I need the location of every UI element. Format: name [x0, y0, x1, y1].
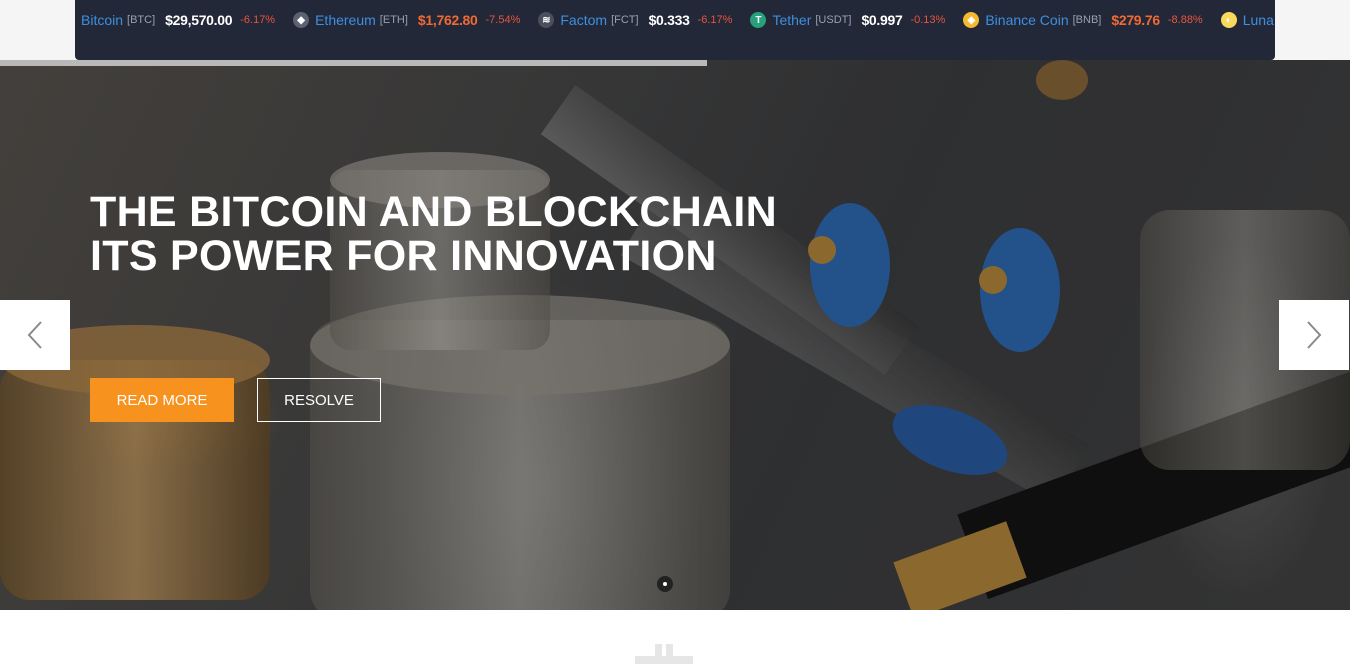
ticker-item[interactable]: ◆ Ethereum [ETH] $1,762.80 -7.54% — [293, 12, 520, 28]
chevron-right-icon — [1307, 321, 1322, 349]
crypto-ticker-bar: ₿Bitcoin[BTC]$29,570.00-6.17%◆Ethereum[E… — [75, 0, 1275, 60]
ethereum-icon: ◆ — [293, 12, 310, 28]
slide-progress-bar — [0, 60, 708, 66]
coin-name: Ethereum — [315, 12, 376, 28]
tether-icon: T — [750, 12, 767, 28]
coin-name: Factom — [560, 12, 608, 28]
slider-next-button[interactable] — [1279, 300, 1349, 370]
ticker-item[interactable]: ◐ Luna — [1220, 12, 1275, 28]
ticker-item[interactable]: T Tether [USDT] $0.997 -0.13% — [750, 12, 945, 28]
coin-price: $0.333 — [648, 12, 690, 28]
coin-change: -8.88% — [1167, 14, 1203, 26]
resolve-button[interactable]: RESOLVE — [257, 378, 381, 422]
slider-pagination-dot[interactable] — [657, 576, 673, 592]
coin-symbol: [ETH] — [379, 14, 408, 26]
coin-change: -7.54% — [485, 14, 521, 26]
hero-headline-line-2: ITS POWER FOR INNOVATION — [90, 232, 717, 280]
slider-prev-button[interactable] — [0, 300, 70, 370]
factom-icon: ≋ — [538, 12, 555, 28]
coin-price: $29,570.00 — [165, 12, 233, 28]
chevron-left-icon — [27, 321, 42, 349]
hero-dark-overlay — [0, 60, 1350, 610]
ticker-item[interactable]: ◈ Binance Coin [BNB] $279.76 -8.88% — [963, 12, 1203, 28]
coin-symbol: [FCT] — [611, 14, 639, 26]
coin-symbol: [USDT] — [815, 14, 852, 26]
coin-name: Binance Coin — [985, 12, 1069, 28]
read-more-button[interactable]: READ MORE — [90, 378, 234, 422]
hero-headline: THE BITCOIN AND BLOCKCHAIN ITS POWER FOR… — [90, 190, 777, 278]
binance-coin-icon: ◈ — [963, 12, 980, 28]
next-section — [0, 610, 1350, 664]
coin-name: Luna — [1242, 12, 1274, 28]
hero-slider: THE BITCOIN AND BLOCKCHAIN ITS POWER FOR… — [0, 60, 1350, 610]
hero-headline-line-1: THE BITCOIN AND BLOCKCHAIN — [90, 188, 778, 236]
ticker-item[interactable]: ₿Bitcoin[BTC]$29,570.00-6.17% — [75, 12, 275, 28]
luna-icon: ◐ — [1220, 12, 1237, 28]
ticker-item[interactable]: ≋ Factom [FCT] $0.333 -6.17% — [538, 12, 732, 28]
coin-change: -6.17% — [240, 14, 276, 26]
coin-price: $0.997 — [861, 12, 903, 28]
coin-price: $1,762.80 — [417, 12, 478, 28]
coin-change: -6.17% — [697, 14, 733, 26]
coin-symbol: [BTC] — [127, 14, 156, 26]
coin-symbol: [BNB] — [1072, 14, 1102, 26]
ticker-track: ₿Bitcoin[BTC]$29,570.00-6.17%◆Ethereum[E… — [75, 0, 1275, 40]
coin-name: Tether — [772, 12, 812, 28]
section-icon — [635, 644, 693, 664]
coin-name: Bitcoin — [81, 12, 124, 28]
coin-change: -0.13% — [910, 14, 946, 26]
coin-price: $279.76 — [1111, 12, 1160, 28]
